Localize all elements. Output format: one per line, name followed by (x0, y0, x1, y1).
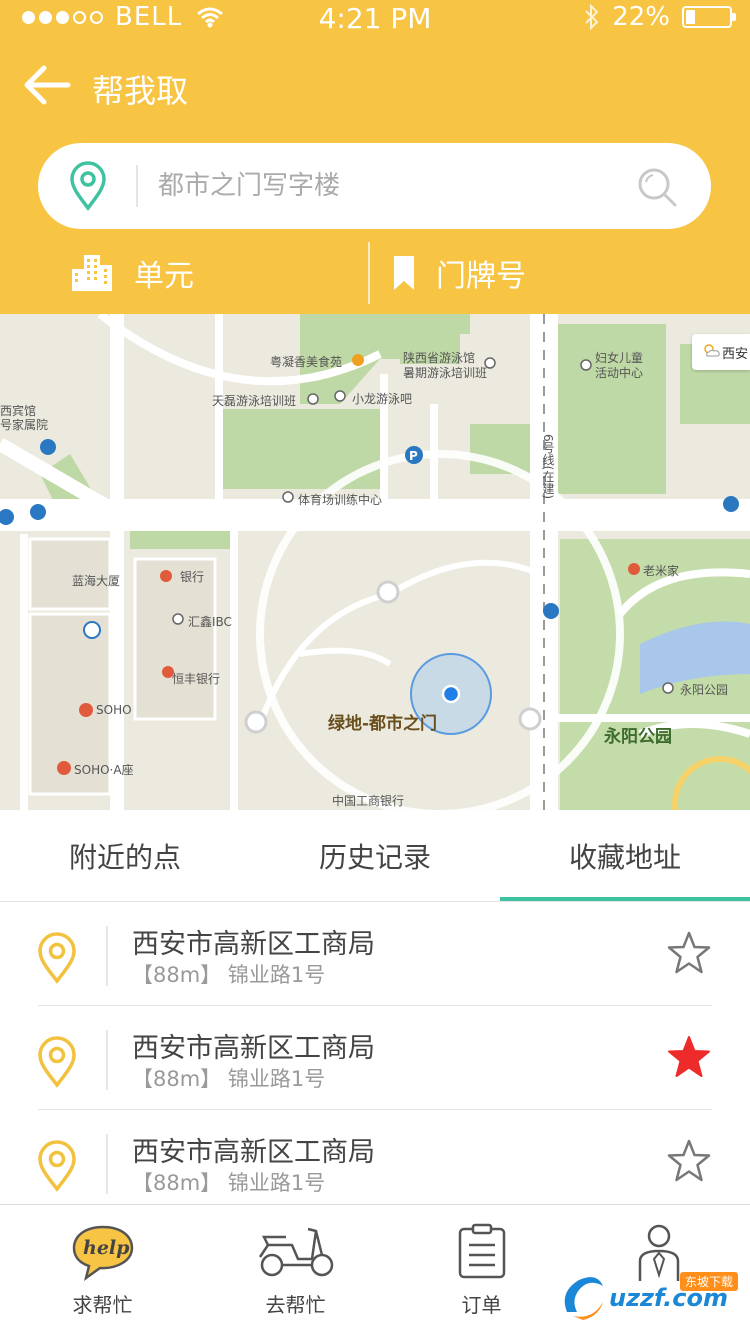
map-poi-label: SOHO·A座 (74, 763, 134, 777)
map-poi-label: 汇鑫IBC (188, 615, 232, 629)
weather-city: 西安 (722, 347, 749, 362)
active-tab-indicator (500, 897, 750, 901)
help-bubble-icon: help (72, 1225, 133, 1281)
weather-sun-cloud-icon (704, 344, 720, 357)
map-metro-line-label: 6号线(在建) (541, 434, 555, 499)
list-item-subtitle: 【88m】 锦业路1号 (132, 963, 326, 987)
bluetooth-icon (585, 4, 599, 30)
address-detail-row: 单元 门牌号 (0, 236, 750, 310)
tab-favorites[interactable]: 收藏地址 (500, 810, 750, 902)
tabbar-label: 去帮忙 (265, 1293, 326, 1317)
map-pin-icon (70, 161, 106, 211)
watermark-badge: 东坡下载 (679, 1272, 738, 1291)
battery-icon (682, 6, 736, 28)
status-bar: BELL 4:21 PM 22% (0, 0, 750, 40)
unit-label: 单元 (134, 259, 194, 294)
map-center-label: 绿地-都市之门 (328, 714, 438, 734)
map-poi-label: 蓝海大厦 (72, 574, 121, 588)
door-number-label: 门牌号 (436, 259, 526, 294)
map-poi-label: 活动中心 (595, 366, 644, 380)
list-item[interactable]: 西安市高新区工商局 【88m】 锦业路1号 (0, 1110, 750, 1214)
map-poi-label: SOHO (96, 703, 132, 717)
battery-level (686, 10, 695, 24)
tabbar-label: 订单 (461, 1293, 502, 1317)
svg-text:P: P (409, 449, 418, 463)
tab-history[interactable]: 历史记录 (250, 810, 500, 902)
tabbar-label: 求帮忙 (72, 1293, 133, 1317)
help-icon-text: help (83, 1237, 130, 1259)
map-poi-label: 恒丰银行 (172, 672, 221, 686)
battery-percent: 22% (612, 2, 670, 32)
map-poi-label: 银行 (180, 570, 205, 584)
tabbar-item-go-help[interactable]: 去帮忙 (202, 1205, 389, 1334)
address-list: 西安市高新区工商局 【88m】 锦业路1号 西安市高新区工商局 【88m】 锦业… (0, 902, 750, 1214)
map-poi-label: 中国工商银行 (332, 794, 405, 808)
tabbar-item-orders[interactable]: 订单 (388, 1205, 575, 1334)
door-number-field[interactable]: 门牌号 (392, 236, 712, 310)
list-item-divider (106, 1030, 108, 1090)
scooter-icon (258, 1227, 333, 1277)
search-input[interactable] (158, 161, 628, 211)
map-poi-label: 暑期游泳培训班 (403, 366, 488, 380)
header: BELL 4:21 PM 22% 帮我取 都市之门写字楼 单元 门牌号 (0, 0, 750, 314)
watermark-logo: uzzf.com 东坡下载 (559, 1272, 744, 1322)
map-poi-label: 小龙游泳吧 (352, 392, 413, 406)
bookmark-icon (394, 256, 414, 290)
map-poi-label: 体育场训练中心 (298, 493, 383, 507)
map-pin-icon (38, 1140, 76, 1192)
list-item[interactable]: 西安市高新区工商局 【88m】 锦业路1号 (0, 1006, 750, 1110)
arrow-left-icon[interactable] (22, 62, 72, 108)
list-item-subtitle: 【88m】 锦业路1号 (132, 1171, 326, 1195)
unit-field[interactable]: 单元 (70, 236, 360, 310)
map-poi-label: 粤凝香美食苑 (270, 355, 343, 369)
search-icon[interactable] (635, 165, 679, 209)
page-title: 帮我取 (92, 72, 189, 110)
map-park-label: 永阳公园 (604, 727, 672, 747)
list-item-title: 西安市高新区工商局 (132, 929, 375, 960)
building-icon (72, 255, 112, 291)
map-view[interactable]: P 粤凝香美食苑 陕西省游泳馆 暑期游泳培训班 妇女儿童 活动中心 天磊游泳培训… (0, 314, 750, 810)
list-item-subtitle: 【88m】 锦业路1号 (132, 1067, 326, 1091)
weather-chip[interactable]: 西安 (692, 334, 750, 370)
tabbar-item-ask-help[interactable]: help 求帮忙 (9, 1205, 196, 1334)
star-outline-icon[interactable] (666, 1138, 712, 1184)
address-tabs: 附近的点 历史记录 收藏地址 (0, 810, 750, 902)
list-item-title: 西安市高新区工商局 (132, 1033, 375, 1064)
bottom-tab-bar: help 求帮忙 去帮忙 订单 uzzf.com 东坡下载 (0, 1204, 750, 1334)
list-item-title: 西安市高新区工商局 (132, 1137, 375, 1168)
list-item[interactable]: 西安市高新区工商局 【88m】 锦业路1号 (0, 902, 750, 1006)
star-filled-icon[interactable] (666, 1034, 712, 1080)
map-poi-label: 号家属院 (0, 418, 49, 432)
clipboard-icon (458, 1223, 505, 1279)
list-item-divider (106, 926, 108, 986)
search-bar[interactable] (38, 143, 711, 229)
map-pin-icon (38, 1036, 76, 1088)
map-poi-label: 永阳公园 (680, 683, 729, 697)
star-outline-icon[interactable] (666, 930, 712, 976)
map-poi-label: 天磊游泳培训班 (212, 394, 297, 408)
status-right: 22% (584, 2, 736, 32)
field-divider (368, 242, 370, 304)
watermark-swirl-icon (564, 1277, 603, 1320)
list-item-divider (106, 1134, 108, 1194)
map-pin-icon (38, 932, 76, 984)
tab-nearby[interactable]: 附近的点 (0, 810, 250, 902)
search-divider (136, 165, 138, 207)
map-poi-label: 老米家 (643, 564, 680, 578)
